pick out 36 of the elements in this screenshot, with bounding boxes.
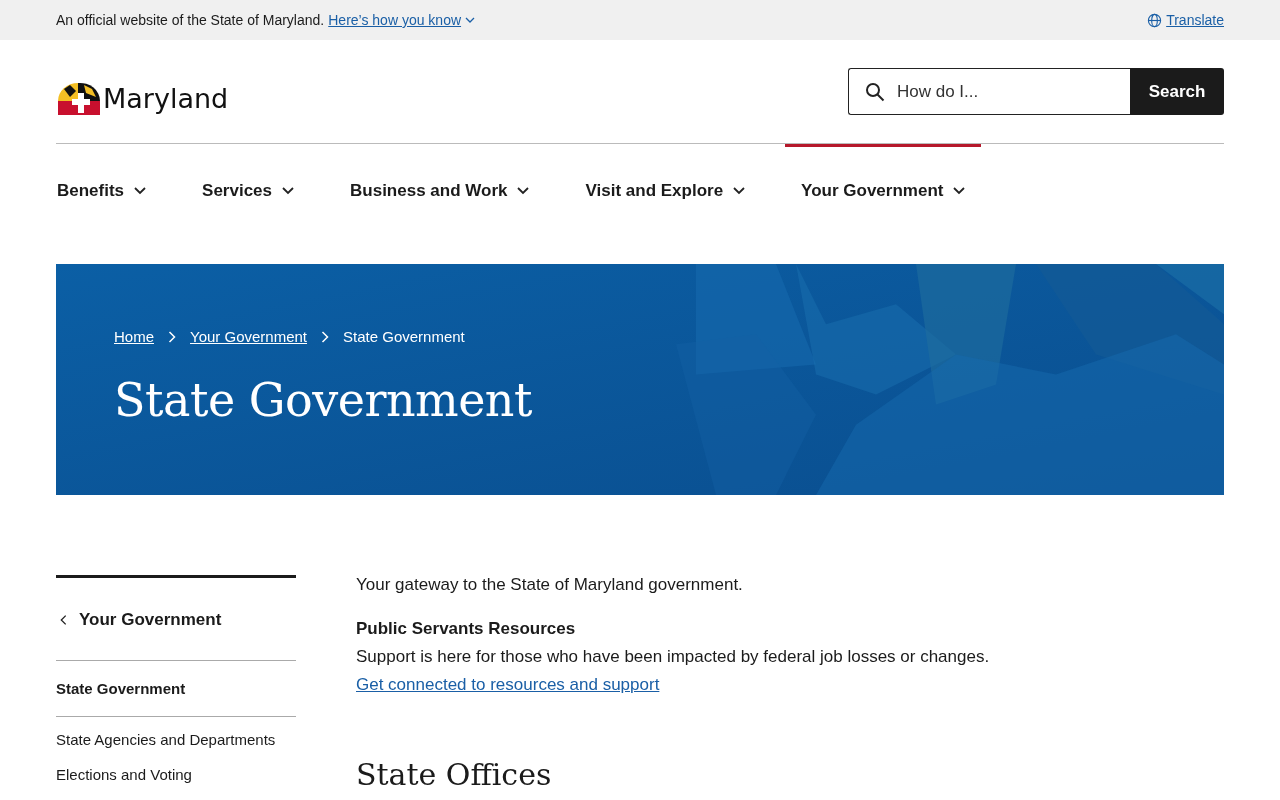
resources-link[interactable]: Get connected to resources and support	[356, 675, 660, 694]
notice-title: Public Servants Resources	[356, 619, 577, 639]
nav-menu-item[interactable]: Business and Work	[334, 144, 546, 204]
search-icon	[865, 82, 885, 102]
breadcrumb-link[interactable]: Home	[114, 328, 154, 345]
search-button[interactable]: Search	[1130, 68, 1224, 115]
intro-text: Your gateway to the State of Maryland government.	[356, 575, 744, 595]
flag-logo-icon	[56, 80, 102, 117]
breadcrumb-link[interactable]: Your Government	[190, 328, 308, 345]
nav-menu-item[interactable]: Services	[186, 144, 311, 204]
site-logo[interactable]: Maryland	[103, 83, 229, 114]
section-heading: State Offices	[356, 757, 553, 792]
search-field[interactable]: How do I...	[848, 68, 1130, 115]
globe-icon	[1147, 12, 1163, 28]
sidebar-item[interactable]: State Agencies and Departments	[56, 717, 296, 752]
nav-menu-item[interactable]: Visit and Explore	[569, 144, 762, 204]
translate-link[interactable]: Translate	[1147, 12, 1224, 28]
chevron-left-icon	[60, 614, 67, 626]
chevron-down-icon	[517, 186, 530, 195]
notice-text: Support is here for those who have been impacted by federal job losses or changes.	[356, 647, 991, 667]
chevron-down-icon	[465, 17, 476, 23]
chevron-down-icon	[953, 186, 966, 195]
chevron-down-icon	[134, 186, 147, 195]
nav-menu-item[interactable]: Your Government	[785, 144, 982, 204]
chevron-icon	[321, 330, 330, 343]
sidebar-item[interactable]: State Government	[56, 661, 296, 717]
chevron-icon	[168, 330, 176, 343]
sidebar-item[interactable]: Elections and Voting	[56, 752, 296, 787]
sidebar-back-link[interactable]: Your Government	[56, 578, 296, 661]
breadcrumb-current: State Government	[343, 328, 465, 345]
banner-text: An official website of the State of Maryland.	[56, 12, 325, 28]
how-you-know-link[interactable]: Here’s how you know	[328, 12, 476, 28]
chevron-down-icon	[733, 186, 746, 195]
nav-menu-item[interactable]: Benefits	[56, 144, 163, 204]
chevron-down-icon	[282, 186, 295, 195]
page-title: State Government	[114, 373, 532, 427]
